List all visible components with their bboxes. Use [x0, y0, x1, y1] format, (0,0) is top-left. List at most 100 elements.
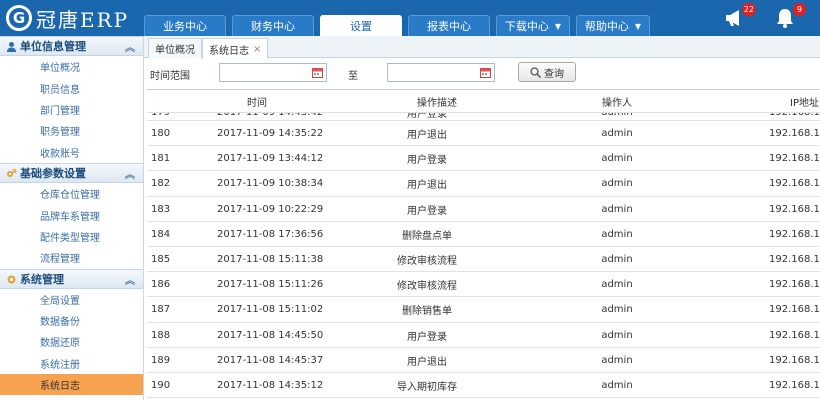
cell-time: 2017-11-08 15:11:38	[217, 253, 324, 265]
sidebar-item[interactable]: 系统注册	[0, 353, 143, 374]
to-label: 至	[348, 71, 358, 82]
cell-ip: 192.168.1.68	[769, 203, 820, 215]
table-row[interactable]: 179 2017-11-09 14:43:42 用户登录 admin 192.168.1…	[147, 113, 820, 121]
table-row[interactable]: 180 2017-11-09 14:35:22 用户退出 admin 192.168.1…	[147, 121, 820, 147]
sidebar-item[interactable]: 流程管理	[0, 247, 143, 268]
chevron-up-icon[interactable]: ︽	[125, 272, 135, 287]
cell-desc: 用户登录	[407, 155, 447, 167]
cell-time: 2017-11-08 14:35:12	[217, 379, 324, 391]
log-table: 时间 操作描述 操作人 IP地址 179 2017-11-09 14:43:42 用…	[147, 89, 820, 400]
chevron-up-icon[interactable]: ︽	[125, 166, 135, 181]
cell-ip: 192.168.1.68	[769, 253, 820, 265]
close-icon[interactable]: ×	[253, 44, 261, 55]
cell-operator: admin	[601, 153, 633, 165]
nav-tab-3[interactable]: 报表中心	[408, 15, 490, 36]
cell-ip: 192.168.1.68	[769, 153, 820, 165]
table-body: 179 2017-11-09 14:43:42 用户登录 admin 192.168.1…	[147, 113, 820, 399]
sidebar-item[interactable]: 单位概况	[0, 56, 143, 77]
calendar-icon[interactable]	[312, 67, 323, 78]
nav-tab-1[interactable]: 财务中心	[232, 15, 314, 36]
sidebar-item[interactable]: 仓库仓位管理	[0, 183, 143, 204]
sidebar-group-0[interactable]: 单位信息管理 ︽	[0, 36, 143, 56]
cell-time: 2017-11-09 10:38:34	[217, 178, 324, 190]
cell-operator: admin	[601, 128, 633, 139]
nav-tab-0[interactable]: 业务中心	[144, 15, 226, 36]
nav-tab-4[interactable]: 下载中心 ▼	[496, 15, 570, 36]
col-operator[interactable]: 操作人	[587, 90, 647, 113]
cell-operator: admin	[601, 203, 633, 215]
cell-operator: admin	[587, 113, 647, 120]
sidebar-item[interactable]: 职员信息	[0, 77, 143, 98]
tab-system-log[interactable]: 系统日志 ×	[202, 38, 269, 59]
cell-desc: 导入期初库存	[397, 381, 457, 393]
sidebar-item[interactable]: 部门管理	[0, 99, 143, 120]
col-ip[interactable]: IP地址	[769, 90, 819, 113]
top-header: G 冠唐ERP 业务中心 财务中心 设置 报表中心 下载中心 ▼ 帮助中心 ▼ 22 9	[0, 0, 820, 36]
table-row[interactable]: 183 2017-11-09 10:22:29 用户登录 admin 192.168.1…	[147, 197, 820, 222]
cell-desc: 删除盘点单	[402, 230, 452, 242]
sidebar-item-label: 部门管理	[40, 105, 80, 117]
table-row[interactable]: 189 2017-11-08 14:45:37 用户退出 admin 192.168.1…	[147, 348, 820, 373]
search-button[interactable]: 查询	[518, 62, 576, 82]
sidebar-item[interactable]: 收款账号	[0, 142, 143, 163]
cell-time: 2017-11-08 14:45:50	[217, 329, 324, 341]
bell-icon[interactable]: 9	[774, 3, 806, 30]
cell-id: 183	[151, 203, 171, 215]
search-icon	[530, 66, 541, 78]
tab-label: 系统日志	[209, 45, 249, 57]
sidebar-item[interactable]: 配件类型管理	[0, 226, 143, 247]
table-header: 时间 操作描述 操作人 IP地址	[147, 90, 820, 113]
cell-id: 181	[151, 153, 171, 165]
table-row[interactable]: 185 2017-11-08 15:11:38 修改审核流程 admin 192.168…	[147, 247, 820, 273]
sidebar-item[interactable]: 系统日志	[0, 374, 143, 396]
nav-tab-2[interactable]: 设置	[320, 15, 402, 36]
cell-id: 182	[151, 178, 171, 190]
calendar-icon[interactable]	[480, 67, 491, 78]
cell-time: 2017-11-09 10:22:29	[217, 203, 324, 215]
chevron-up-icon[interactable]: ︽	[125, 39, 135, 54]
sidebar-item[interactable]: 职务管理	[0, 120, 143, 141]
cell-desc: 用户登录	[407, 331, 447, 343]
table-row[interactable]: 181 2017-11-09 13:44:12 用户登录 admin 192.168.1…	[147, 146, 820, 172]
filter-bar: 时间范围 至 查询	[144, 58, 820, 88]
tab-unit-overview[interactable]: 单位概况	[148, 38, 202, 58]
sidebar-item[interactable]: 数据备份	[0, 310, 143, 331]
table-row[interactable]: 190 2017-11-08 14:35:12 导入期初库存 admin 192.168…	[147, 373, 820, 399]
sidebar-item[interactable]: 品牌车系管理	[0, 204, 143, 225]
end-date-input[interactable]	[387, 63, 495, 82]
cell-desc: 删除销售单	[402, 306, 452, 318]
col-time[interactable]: 时间	[217, 90, 297, 113]
cell-time: 2017-11-08 15:11:26	[217, 279, 324, 291]
sidebar-item[interactable]: 全局设置	[0, 289, 143, 310]
sidebar-group-2[interactable]: 系统管理 ︽	[0, 268, 143, 289]
megaphone-icon[interactable]: 22	[724, 3, 756, 30]
nav-tab-label: 设置	[350, 20, 372, 33]
page-tabs: 单位概况 系统日志 ×	[144, 36, 820, 59]
sidebar-group-label: 单位信息管理	[20, 40, 86, 53]
sidebar-group-1[interactable]: 基础参数设置 ︽	[0, 162, 143, 183]
brand-logo-mark: G	[6, 5, 32, 31]
cell-operator: admin	[601, 279, 633, 291]
sidebar-item-label: 流程管理	[40, 254, 80, 266]
cell-time: 2017-11-08 14:45:37	[217, 354, 324, 366]
table-row[interactable]: 184 2017-11-08 17:36:56 删除盘点单 admin 192.168.…	[147, 222, 820, 247]
cell-ip: 192.168.1.68	[769, 279, 820, 291]
main-nav: 业务中心 财务中心 设置 报表中心 下载中心 ▼ 帮助中心 ▼	[144, 15, 656, 36]
table-row[interactable]: 187 2017-11-08 15:11:02 删除销售单 admin 192.168.…	[147, 297, 820, 323]
cell-id: 188	[151, 329, 171, 341]
nav-tab-5[interactable]: 帮助中心 ▼	[576, 15, 650, 36]
brand-logo[interactable]: G 冠唐ERP	[6, 4, 129, 32]
sidebar-item-label: 单位概况	[40, 63, 80, 75]
chevron-down-icon: ▼	[554, 21, 562, 31]
table-row[interactable]: 186 2017-11-08 15:11:26 修改审核流程 admin 192.168…	[147, 272, 820, 298]
table-row[interactable]: 182 2017-11-09 10:38:34 用户退出 admin 192.168.1…	[147, 171, 820, 197]
nav-tab-label: 报表中心	[427, 20, 471, 33]
cell-desc: 用户退出	[407, 356, 447, 368]
cell-desc: 用户退出	[407, 130, 447, 141]
sidebar-item[interactable]: 数据还原	[0, 331, 143, 352]
col-desc[interactable]: 操作描述	[387, 90, 487, 113]
sidebar-item-label: 收款账号	[40, 148, 80, 160]
cell-id: 187	[151, 304, 171, 316]
table-row[interactable]: 188 2017-11-08 14:45:50 用户登录 admin 192.168.1…	[147, 323, 820, 348]
start-date-input[interactable]	[219, 63, 327, 82]
